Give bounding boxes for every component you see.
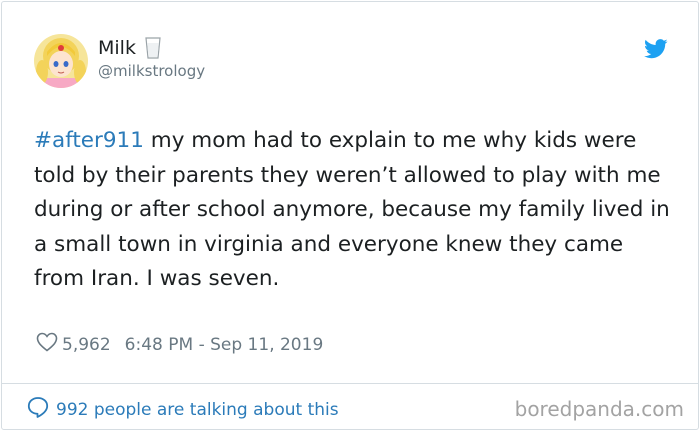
display-name[interactable]: Milk xyxy=(98,37,136,59)
heart-icon[interactable] xyxy=(36,332,58,357)
glass-of-milk-icon xyxy=(145,37,161,59)
tweet-text: #after911 my mom had to explain to me wh… xyxy=(34,124,674,297)
tweet-meta: 5,962 6:48 PM - Sep 11, 2019 xyxy=(36,332,323,357)
tweet-card: Milk @milkstrology #after911 my mom had … xyxy=(1,1,699,430)
talking-about-link[interactable]: 992 people are talking about this xyxy=(27,396,339,423)
watermark: boredpanda.com xyxy=(514,397,684,421)
like-count[interactable]: 5,962 xyxy=(62,335,111,355)
hashtag-link[interactable]: #after911 xyxy=(34,128,144,153)
anime-character-avatar-icon xyxy=(34,34,88,88)
tweet-timestamp[interactable]: 6:48 PM - Sep 11, 2019 xyxy=(125,335,324,355)
author-handle[interactable]: @milkstrology xyxy=(98,62,205,80)
speech-bubble-icon xyxy=(27,396,49,423)
twitter-bird-icon[interactable] xyxy=(644,39,668,63)
footer-divider xyxy=(2,383,698,384)
talking-about-label[interactable]: 992 people are talking about this xyxy=(56,400,339,420)
avatar[interactable] xyxy=(34,34,88,88)
author-name-row[interactable]: Milk xyxy=(98,37,162,59)
